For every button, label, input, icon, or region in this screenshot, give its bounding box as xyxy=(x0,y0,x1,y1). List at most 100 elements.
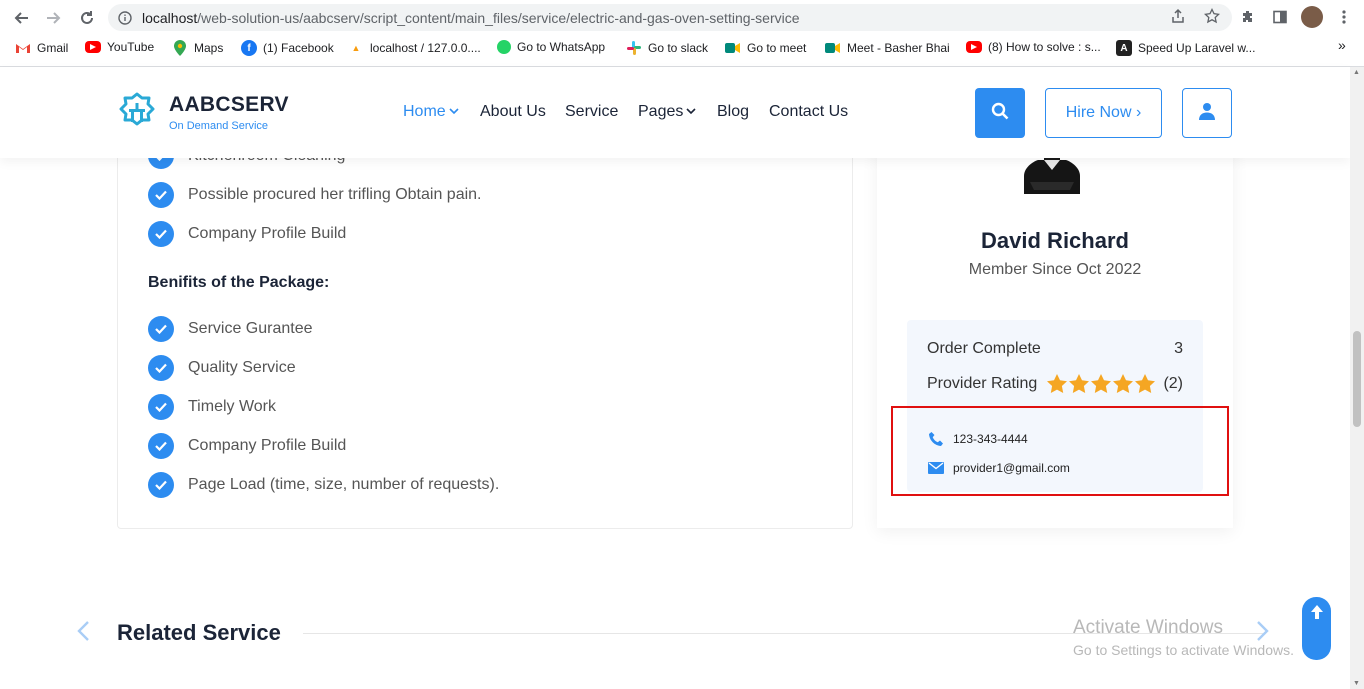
check-circle-icon xyxy=(148,433,174,459)
bookmark-label: Gmail xyxy=(37,41,69,55)
order-complete-label: Order Complete xyxy=(927,340,1041,357)
list-item-text: Page Load (time, size, number of request… xyxy=(188,476,500,493)
bookmark-phpmyadmin[interactable]: ▲ localhost / 127.0.0.... xyxy=(348,40,481,56)
address-bar[interactable]: localhost/web-solution-us/aabcserv/scrip… xyxy=(108,4,1232,31)
list-item: Possible procured her trifling Obtain pa… xyxy=(148,182,482,208)
bookmark-slack[interactable]: Go to slack xyxy=(626,40,708,56)
bookmark-whatsapp[interactable]: Go to WhatsApp xyxy=(497,40,605,54)
bookmark-meet[interactable]: Go to meet xyxy=(725,40,806,56)
list-item-text: Possible procured her trifling Obtain pa… xyxy=(188,186,482,203)
bookmark-youtube[interactable]: YouTube xyxy=(85,40,154,54)
scrollbar-thumb[interactable] xyxy=(1353,331,1361,427)
url-text: localhost/web-solution-us/aabcserv/scrip… xyxy=(142,10,800,26)
activate-windows-title: Activate Windows xyxy=(1073,617,1223,638)
site-info-icon[interactable] xyxy=(108,10,142,25)
scroll-to-top-button[interactable] xyxy=(1302,597,1331,660)
bookmark-meet-basher[interactable]: Meet - Basher Bhai xyxy=(825,40,950,56)
browser-toolbar: localhost/web-solution-us/aabcserv/scrip… xyxy=(0,0,1364,35)
user-account-button[interactable] xyxy=(1182,88,1232,138)
gmail-icon xyxy=(15,40,31,56)
share-icon[interactable] xyxy=(1170,8,1186,29)
check-circle-icon xyxy=(148,316,174,342)
bookmark-label: Meet - Basher Bhai xyxy=(847,41,950,55)
rating-stars xyxy=(1047,374,1156,393)
bookmark-star-icon[interactable] xyxy=(1203,7,1221,29)
logo-icon[interactable] xyxy=(116,91,158,135)
check-circle-icon xyxy=(148,355,174,381)
phpmyadmin-icon: ▲ xyxy=(351,43,361,53)
list-item-text: Timely Work xyxy=(188,398,276,415)
nav-home[interactable]: Home xyxy=(403,103,459,121)
nav-contact[interactable]: Contact Us xyxy=(769,103,848,121)
meet-icon xyxy=(825,40,841,56)
related-service-heading: Related Service xyxy=(117,620,281,645)
bookmark-label: (8) How to solve : s... xyxy=(988,40,1101,54)
forward-icon[interactable] xyxy=(41,5,67,31)
check-circle-icon xyxy=(148,472,174,498)
list-item: Service Gurantee xyxy=(148,316,313,342)
bookmark-maps[interactable]: Maps xyxy=(172,40,223,56)
rating-count: (2) xyxy=(1163,374,1183,392)
url-host: localhost xyxy=(142,9,198,26)
bookmark-laravel[interactable]: A Speed Up Laravel w... xyxy=(1116,40,1255,56)
nav-blog[interactable]: Blog xyxy=(717,103,749,121)
meet-icon xyxy=(725,40,741,56)
chevron-left-icon xyxy=(77,621,89,641)
check-circle-icon xyxy=(148,182,174,208)
youtube-icon xyxy=(85,41,101,53)
provider-rating-label: Provider Rating xyxy=(927,374,1038,392)
star-icon xyxy=(1113,374,1134,393)
chrome-menu-icon[interactable] xyxy=(1332,5,1356,29)
list-item: Page Load (time, size, number of request… xyxy=(148,472,499,498)
nav-service[interactable]: Service xyxy=(565,103,618,121)
check-circle-icon xyxy=(148,394,174,420)
reload-icon[interactable] xyxy=(74,5,100,31)
profile-avatar[interactable] xyxy=(1300,5,1324,29)
arrow-up-icon xyxy=(1310,605,1323,660)
bookmark-label: Maps xyxy=(194,41,224,55)
check-circle-icon xyxy=(148,221,174,247)
rating-group: (2) xyxy=(1047,374,1183,393)
hire-now-button[interactable]: Hire Now › xyxy=(1045,88,1162,138)
nav-home-label: Home xyxy=(403,103,446,120)
bookmark-label: YouTube xyxy=(107,40,155,54)
star-icon xyxy=(1069,374,1090,393)
list-item: Quality Service xyxy=(148,355,296,381)
back-icon[interactable] xyxy=(8,5,34,31)
more-bookmarks-button[interactable]: » xyxy=(1338,37,1346,53)
list-item-text: Company Profile Build xyxy=(188,437,347,454)
provider-rating-row: Provider Rating (2) xyxy=(927,374,1183,393)
avatar xyxy=(1301,6,1323,28)
carousel-prev-button[interactable] xyxy=(76,618,90,649)
list-item: Company Profile Build xyxy=(148,221,346,247)
bookmark-label: (1) Facebook xyxy=(263,41,334,55)
chevron-down-icon xyxy=(686,106,696,118)
bookmark-label: Go to WhatsApp xyxy=(517,40,606,54)
activate-windows-subtitle: Go to Settings to activate Windows. xyxy=(1073,642,1294,658)
chevron-down-icon xyxy=(449,106,459,118)
order-complete-row: Order Complete 3 xyxy=(927,340,1183,358)
bookmark-facebook[interactable]: f (1) Facebook xyxy=(241,40,334,56)
whatsapp-icon xyxy=(497,40,511,54)
bookmarks-bar: Gmail YouTube Maps f (1) Facebook ▲ loca… xyxy=(0,36,1364,62)
bookmark-label: Go to meet xyxy=(747,41,807,55)
brand-tagline: On Demand Service xyxy=(169,120,269,132)
nav-about[interactable]: About Us xyxy=(480,103,546,121)
bookmark-youtube-howto[interactable]: (8) How to solve : s... xyxy=(966,40,1101,54)
slack-icon xyxy=(626,40,642,56)
search-icon xyxy=(991,102,1009,125)
bookmark-label: Speed Up Laravel w... xyxy=(1138,41,1256,55)
page-scrollbar[interactable]: ▲ ▼ xyxy=(1350,67,1364,689)
search-button[interactable] xyxy=(975,88,1025,138)
highlight-box xyxy=(891,406,1229,496)
brand-name[interactable]: AABCSERV xyxy=(169,93,289,117)
youtube-icon xyxy=(966,41,982,53)
scroll-down-icon[interactable]: ▼ xyxy=(1353,680,1360,687)
scroll-up-icon[interactable]: ▲ xyxy=(1353,69,1360,76)
bookmark-gmail[interactable]: Gmail xyxy=(15,40,68,56)
side-panel-icon[interactable] xyxy=(1268,5,1292,29)
provider-name[interactable]: David Richard xyxy=(877,228,1233,254)
extensions-icon[interactable] xyxy=(1236,5,1260,29)
star-icon xyxy=(1047,374,1068,393)
nav-pages[interactable]: Pages xyxy=(638,103,696,121)
